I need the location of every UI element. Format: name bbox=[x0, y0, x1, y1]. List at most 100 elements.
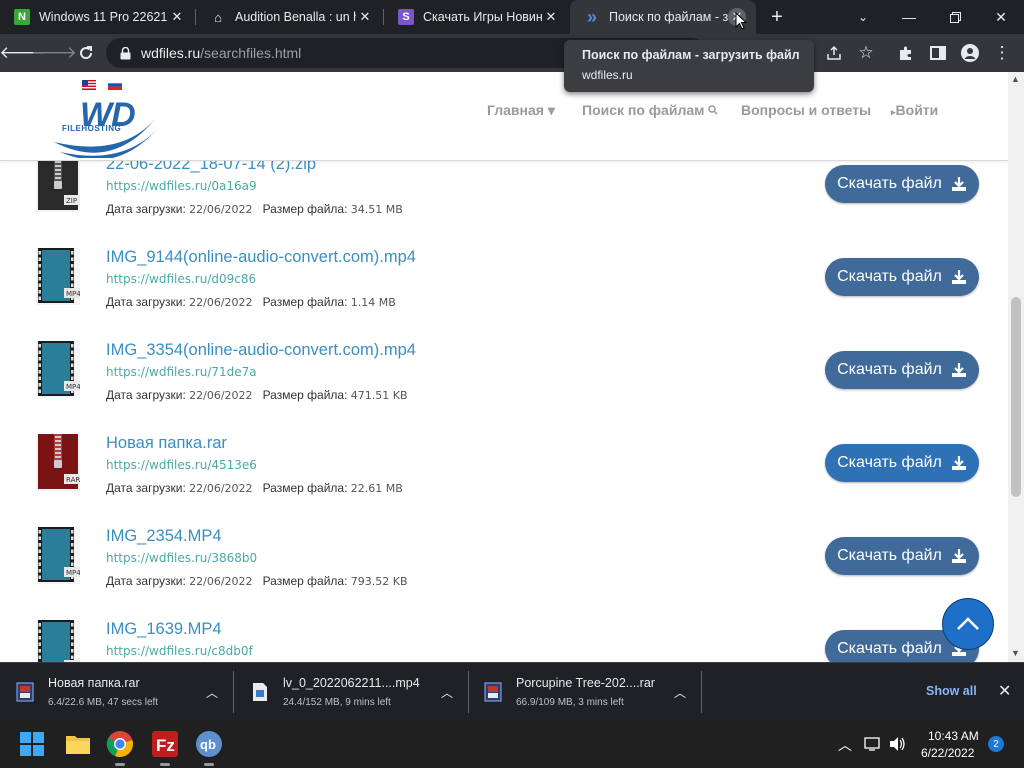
download-file-button[interactable]: Скачать файл bbox=[825, 165, 979, 203]
file-name-link[interactable]: IMG_9144(online-audio-convert.com).mp4 bbox=[106, 248, 416, 267]
filezilla-taskbar-button[interactable]: Fz bbox=[151, 730, 179, 766]
file-meta: Дата загрузки: 22/06/2022 Размер файла: … bbox=[106, 481, 403, 495]
chevron-up-icon bbox=[957, 617, 979, 630]
file-short-url[interactable]: https://wdfiles.ru/c8db0f bbox=[106, 644, 253, 658]
nav-search-files[interactable]: Поиск по файлам bbox=[582, 102, 718, 118]
file-row: MP4 IMG_1639.MP4 https://wdfiles.ru/c8db0f… bbox=[0, 620, 1008, 662]
file-short-url[interactable]: https://wdfiles.ru/4513e6 bbox=[106, 458, 257, 472]
bookmark-star-button[interactable]: ☆ bbox=[854, 41, 878, 65]
close-tab-icon[interactable]: ✕ bbox=[542, 8, 560, 26]
clock-date[interactable]: 6/22/2022 bbox=[921, 746, 974, 760]
tab-games[interactable]: S Скачать Игры Новинк ✕ bbox=[384, 0, 570, 34]
file-name-link[interactable]: IMG_1639.MP4 bbox=[106, 620, 222, 639]
network-icon[interactable] bbox=[864, 736, 882, 752]
file-name-link[interactable]: IMG_3354(online-audio-convert.com).mp4 bbox=[106, 341, 416, 360]
download-status: 24.4/152 MB, 9 mins left bbox=[283, 697, 391, 708]
file-type-label: MP4 bbox=[66, 383, 80, 391]
qbittorrent-taskbar-button[interactable]: qb bbox=[195, 730, 223, 766]
download-shelf: Новая папка.rar 6.4/22.6 MB, 47 secs lef… bbox=[0, 662, 1024, 721]
minimize-button[interactable]: — bbox=[886, 0, 932, 34]
chevron-up-icon[interactable]: ︿ bbox=[674, 684, 686, 701]
page-scrollbar[interactable]: ▲ ▼ bbox=[1008, 72, 1024, 662]
chrome-menu-button[interactable]: ⋮ bbox=[990, 41, 1014, 65]
show-all-downloads-link[interactable]: Show all bbox=[926, 684, 977, 698]
notification-badge[interactable]: 2 bbox=[988, 736, 1004, 752]
restore-button[interactable] bbox=[932, 0, 978, 34]
file-size-value: 793.52 KB bbox=[350, 575, 408, 588]
download-file-button[interactable]: Скачать файл bbox=[825, 351, 979, 389]
scroll-up-arrow-icon[interactable]: ▲ bbox=[1011, 74, 1020, 84]
download-button-label: Скачать файл bbox=[837, 547, 942, 564]
scroll-to-top-button[interactable] bbox=[942, 598, 994, 650]
file-short-url[interactable]: https://wdfiles.ru/d09c86 bbox=[106, 272, 256, 286]
upload-date-value: 22/06/2022 bbox=[189, 389, 253, 402]
volume-icon[interactable] bbox=[889, 736, 907, 752]
chevron-up-icon[interactable]: ︿ bbox=[441, 684, 453, 701]
upload-date-value: 22/06/2022 bbox=[189, 296, 253, 309]
download-filename: Новая папка.rar bbox=[48, 676, 140, 690]
reload-icon bbox=[80, 46, 93, 60]
chevron-up-icon[interactable]: ︿ bbox=[206, 684, 218, 701]
tab-windows-11[interactable]: N Windows 11 Pro 22621 ✕ bbox=[0, 0, 196, 34]
upload-date-label: Дата загрузки: bbox=[106, 481, 186, 495]
scroll-down-arrow-icon[interactable]: ▼ bbox=[1011, 648, 1020, 658]
scrollbar-thumb[interactable] bbox=[1011, 297, 1021, 497]
lock-icon[interactable] bbox=[120, 46, 131, 60]
url-host: wdfiles.ru bbox=[141, 45, 201, 61]
english-flag-icon[interactable] bbox=[82, 80, 96, 90]
divider bbox=[701, 671, 702, 713]
tab-title: Windows 11 Pro 22621 bbox=[39, 10, 168, 24]
clock-time[interactable]: 10:43 AM bbox=[928, 729, 979, 743]
new-tab-button[interactable]: + bbox=[766, 6, 788, 28]
windows-start-icon[interactable] bbox=[19, 731, 45, 757]
download-filename: Porcupine Tree-202....rar bbox=[516, 676, 655, 690]
reload-button[interactable] bbox=[74, 41, 98, 65]
file-name-link[interactable]: IMG_2354.MP4 bbox=[106, 527, 222, 546]
close-window-button[interactable]: ✕ bbox=[978, 0, 1024, 34]
video-file-icon: MP4 bbox=[36, 620, 80, 662]
search-icon bbox=[708, 105, 718, 115]
rar-file-icon bbox=[484, 682, 502, 702]
tab-title: Audition Benalla : un hu bbox=[235, 10, 356, 24]
side-panel-button[interactable] bbox=[926, 41, 950, 65]
nav-login[interactable]: ▸Войти bbox=[891, 102, 938, 118]
download-file-button[interactable]: Скачать файл bbox=[825, 258, 979, 296]
download-item[interactable]: Новая папка.rar 6.4/22.6 MB, 47 secs lef… bbox=[0, 663, 234, 721]
nav-home[interactable]: Главная ▾ bbox=[487, 102, 555, 119]
close-shelf-icon[interactable]: ✕ bbox=[998, 681, 1011, 701]
download-button-label: Скачать файл bbox=[837, 640, 942, 657]
filezilla-icon: Fz bbox=[152, 731, 178, 757]
chrome-taskbar-button[interactable] bbox=[106, 730, 134, 766]
tab-audition-benalla[interactable]: ⌂ Audition Benalla : un hu ✕ bbox=[196, 0, 384, 34]
download-file-button[interactable]: Скачать файл bbox=[825, 537, 979, 575]
file-type-label: ZIP bbox=[66, 197, 77, 205]
close-tab-icon[interactable]: ✕ bbox=[356, 8, 374, 26]
download-file-button[interactable]: Скачать файл bbox=[825, 444, 979, 482]
russian-flag-icon[interactable] bbox=[108, 80, 122, 90]
qbittorrent-icon: qb bbox=[196, 731, 222, 757]
share-button[interactable] bbox=[822, 41, 846, 65]
svg-text:Fz: Fz bbox=[156, 736, 175, 755]
nav-faq[interactable]: Вопросы и ответы bbox=[741, 102, 871, 118]
profile-button[interactable] bbox=[958, 41, 982, 65]
chevron-up-icon[interactable]: ︿ bbox=[838, 735, 852, 755]
file-type-label: MP4 bbox=[66, 569, 80, 577]
download-item[interactable]: Porcupine Tree-202....rar 66.9/109 MB, 3… bbox=[468, 663, 702, 721]
forward-button[interactable]: 🡒 bbox=[31, 41, 77, 65]
file-short-url[interactable]: https://wdfiles.ru/0a16a9 bbox=[106, 179, 257, 193]
download-item[interactable]: lv_0_2022062211....mp4 24.4/152 MB, 9 mi… bbox=[235, 663, 469, 721]
page-viewport[interactable]: WD FILEHOSTING Главная ▾ Поиск по файлам… bbox=[0, 72, 1008, 662]
mouse-cursor-icon bbox=[735, 12, 747, 30]
extensions-button[interactable] bbox=[894, 41, 918, 65]
file-name-link[interactable]: Новая папка.rar bbox=[106, 434, 227, 453]
tab-search-button[interactable]: ⌄ bbox=[840, 0, 886, 34]
file-explorer-icon[interactable] bbox=[64, 730, 92, 758]
close-tab-icon[interactable]: ✕ bbox=[168, 8, 186, 26]
file-short-url[interactable]: https://wdfiles.ru/71de7a bbox=[106, 365, 257, 379]
nav-search-label: Поиск по файлам bbox=[582, 102, 705, 118]
file-size-value: 22.61 MB bbox=[350, 482, 403, 495]
tab-wdfiles-search[interactable]: » Поиск по файлам - за ✕ bbox=[570, 0, 756, 34]
divider bbox=[233, 671, 234, 713]
tab-hover-card: Поиск по файлам - загрузить файл wdfiles… bbox=[564, 40, 814, 92]
file-short-url[interactable]: https://wdfiles.ru/3868b0 bbox=[106, 551, 257, 565]
